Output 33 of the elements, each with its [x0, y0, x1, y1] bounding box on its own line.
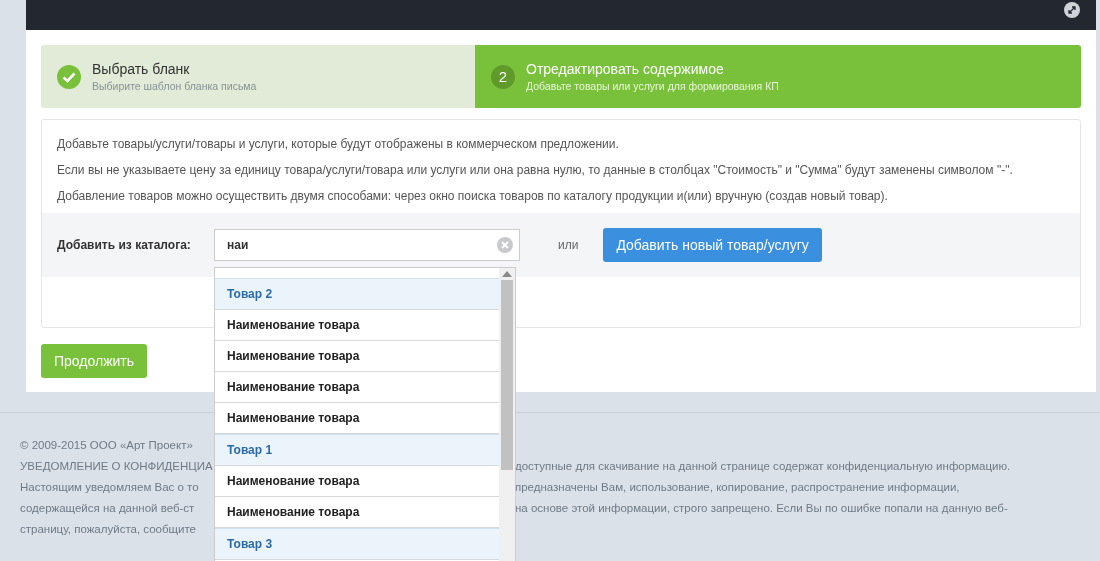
scroll-thumb[interactable] — [501, 280, 513, 470]
wizard-step[interactable]: Выбрать бланк Выбирите шаблон бланка письма — [41, 45, 475, 108]
info-text: Добавление товаров можно осуществить двумя способами: через окно поиска товаров по каталогу продукции и(или) вручную (создав новый товар). — [57, 188, 889, 204]
notice-text: содержащейся на данной веб-ст — [20, 501, 195, 516]
notice-text: предназначены Вам, использование, копирование, распространение информации, — [515, 480, 961, 495]
step-subtitle: Выбирите шаблон бланка письма — [92, 80, 257, 92]
notice-text: страницу, пожалуйста, сообщите — [20, 522, 196, 537]
notice-text: УВЕДОМЛЕНИЕ О КОНФИДЕНЦИА — [20, 459, 213, 474]
check-icon — [57, 64, 81, 89]
group-header: Товар 3 — [215, 528, 499, 560]
group-header: Товар 2 — [215, 278, 499, 310]
group-header: Товар 1 — [215, 434, 499, 466]
step-subtitle: Добавьте товары или услуги для формирования КП — [526, 80, 779, 92]
or-text: или — [558, 238, 579, 252]
expand-icon[interactable] — [1064, 2, 1080, 18]
catalog-label: Добавить из каталога: — [57, 238, 192, 252]
dropdown-item[interactable]: Наименование товара — [215, 466, 499, 497]
notice-text: на основе этой информации, строго запрещено. Если Вы по ошибке попали на данную веб- — [515, 501, 1009, 516]
notice-text: Настоящим уведомляем Вас о то — [20, 480, 199, 495]
info-text: Добавьте товары/услуги/товары и услуги, которые будут отображены в коммерческом предложении. — [57, 136, 620, 152]
dropdown-item[interactable]: Наименование товара — [215, 341, 499, 372]
dropdown-item[interactable]: Наименование товара — [215, 310, 499, 341]
step-number: 2 — [491, 64, 515, 89]
scroll-up-icon[interactable] — [502, 271, 512, 277]
search-field[interactable]: наи — [214, 229, 520, 261]
copyright-text: © 2009-2015 ООО «Арт Проект» — [20, 438, 193, 453]
dropdown-item[interactable]: Наименование товара — [215, 372, 499, 403]
notice-text: доступные для скачивание на данной странице содержат конфиденциальную информацию. — [515, 459, 1012, 474]
clear-icon[interactable] — [497, 237, 513, 253]
step-title: Выбрать бланк — [92, 61, 191, 77]
scrollbar[interactable] — [499, 268, 515, 561]
info-text: Если вы не указываете цену за единицу товара/услуги/товара или услуги или она равна нулю, то данные в столбцах "Стоимость" и "Сумма" будут заменены символом "-". — [57, 162, 1014, 178]
step-title: Отредактировать содержимое — [526, 61, 725, 77]
